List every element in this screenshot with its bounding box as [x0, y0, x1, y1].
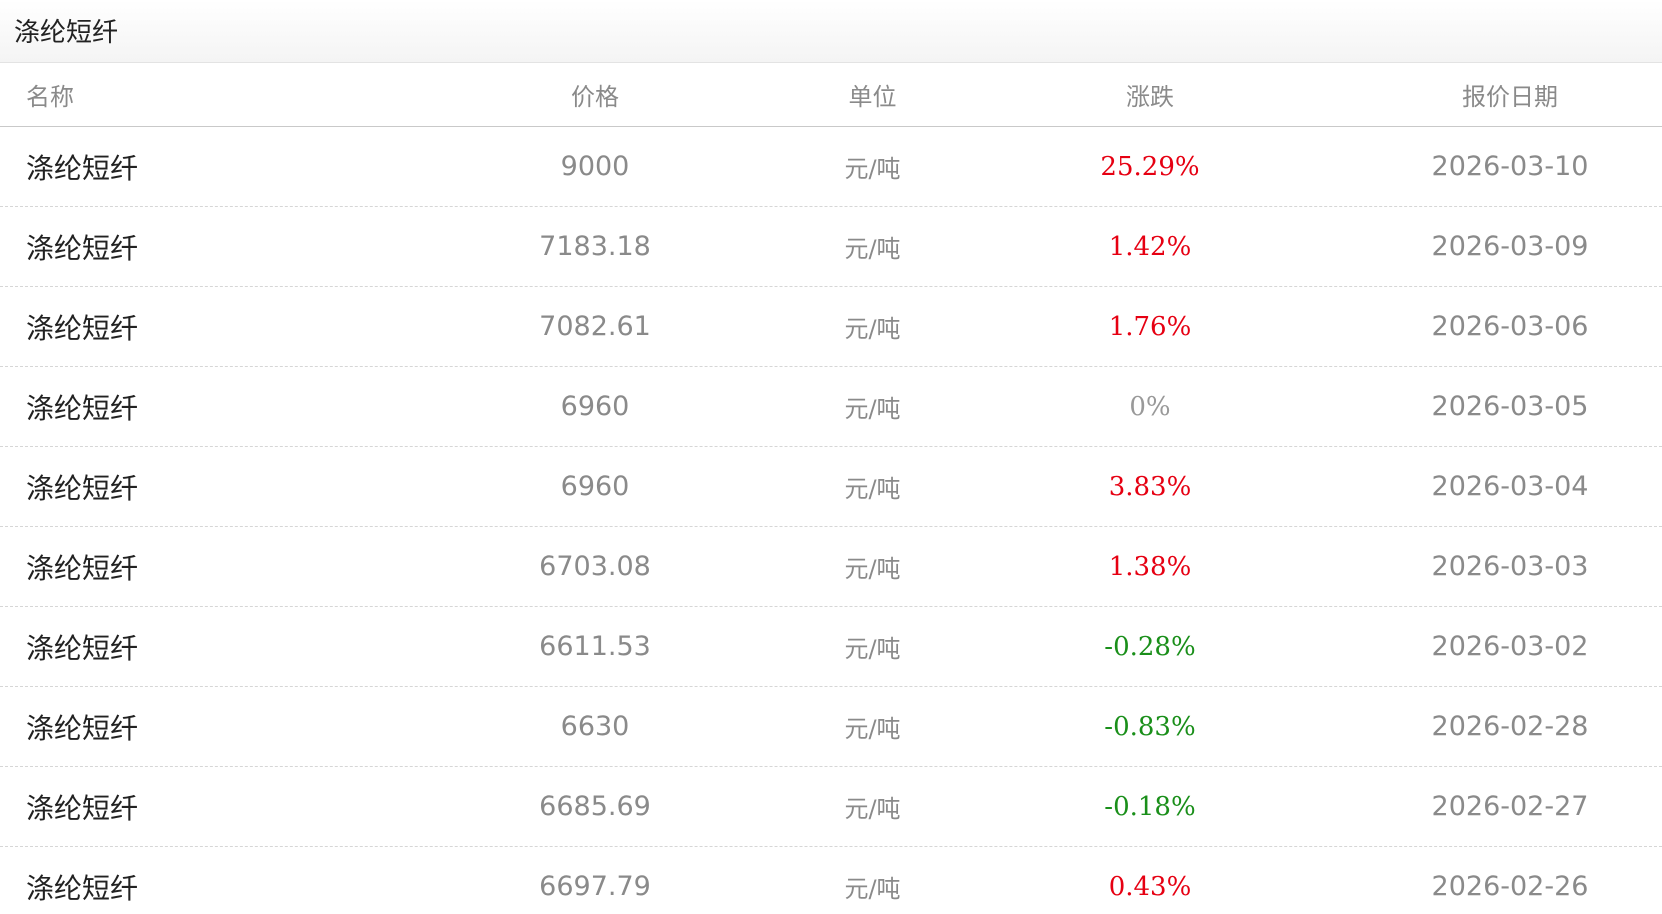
cell-date: 2026-03-04 [1431, 471, 1589, 502]
table-row: 涤纶短纤 6703.08 元/吨 1.38% 2026-03-03 [0, 527, 1662, 607]
cell-change: 1.42% [1108, 231, 1192, 262]
column-header-unit: 单位 [848, 83, 897, 111]
column-header-name: 名称 [26, 83, 74, 111]
column-header-change: 涨跌 [1126, 83, 1174, 111]
cell-unit: 元/吨 [844, 795, 901, 823]
cell-date: 2026-03-06 [1431, 311, 1589, 342]
cell-price: 6685.69 [539, 791, 651, 822]
cell-date: 2026-03-03 [1431, 551, 1589, 582]
table-header: 名称 价格 单位 涨跌 报价日期 [0, 63, 1662, 127]
cell-change: 3.83% [1108, 471, 1192, 502]
cell-change: -0.28% [1104, 631, 1196, 662]
table-row: 涤纶短纤 6630 元/吨 -0.83% 2026-02-28 [0, 687, 1662, 767]
cell-name[interactable]: 涤纶短纤 [26, 207, 426, 286]
cell-price: 6703.08 [539, 551, 651, 582]
cell-unit: 元/吨 [844, 235, 901, 263]
table-row: 涤纶短纤 6697.79 元/吨 0.43% 2026-02-26 [0, 847, 1662, 914]
cell-change: 0.43% [1108, 871, 1192, 902]
cell-price: 6611.53 [539, 631, 651, 662]
cell-change: -0.18% [1104, 791, 1196, 822]
cell-date: 2026-02-28 [1431, 711, 1589, 742]
cell-name[interactable]: 涤纶短纤 [26, 367, 426, 446]
cell-price: 9000 [560, 151, 630, 182]
cell-change: 1.76% [1108, 311, 1192, 342]
table-row: 涤纶短纤 6685.69 元/吨 -0.18% 2026-02-27 [0, 767, 1662, 847]
cell-date: 2026-03-09 [1431, 231, 1589, 262]
cell-unit: 元/吨 [844, 395, 901, 423]
table-row: 涤纶短纤 9000 元/吨 25.29% 2026-03-10 [0, 127, 1662, 207]
table-row: 涤纶短纤 6611.53 元/吨 -0.28% 2026-03-02 [0, 607, 1662, 687]
cell-price: 6697.79 [539, 871, 651, 902]
cell-name[interactable]: 涤纶短纤 [26, 687, 426, 766]
cell-date: 2026-03-05 [1431, 391, 1589, 422]
table-row: 涤纶短纤 6960 元/吨 0% 2026-03-05 [0, 367, 1662, 447]
cell-price: 6960 [560, 391, 630, 422]
cell-unit: 元/吨 [844, 315, 901, 343]
cell-price: 6630 [560, 711, 630, 742]
cell-unit: 元/吨 [844, 555, 901, 583]
cell-change: 0% [1129, 391, 1171, 422]
cell-unit: 元/吨 [844, 635, 901, 663]
cell-date: 2026-03-02 [1431, 631, 1589, 662]
table-row: 涤纶短纤 7082.61 元/吨 1.76% 2026-03-06 [0, 287, 1662, 367]
cell-name[interactable]: 涤纶短纤 [26, 447, 426, 526]
cell-price: 7183.18 [539, 231, 651, 262]
cell-name[interactable]: 涤纶短纤 [26, 527, 426, 606]
cell-unit: 元/吨 [844, 155, 901, 183]
cell-name[interactable]: 涤纶短纤 [26, 287, 426, 366]
table-row: 涤纶短纤 6960 元/吨 3.83% 2026-03-04 [0, 447, 1662, 527]
panel-title: 涤纶短纤 [14, 18, 119, 48]
panel-header: 涤纶短纤 [0, 0, 1662, 63]
cell-unit: 元/吨 [844, 875, 901, 903]
cell-unit: 元/吨 [844, 475, 901, 503]
cell-name[interactable]: 涤纶短纤 [26, 607, 426, 686]
cell-price: 7082.61 [539, 311, 651, 342]
table-body: 涤纶短纤 9000 元/吨 25.29% 2026-03-10 涤纶短纤 718… [0, 127, 1662, 914]
column-header-date: 报价日期 [1462, 83, 1558, 111]
column-header-price: 价格 [571, 83, 619, 111]
cell-date: 2026-02-27 [1431, 791, 1589, 822]
cell-name[interactable]: 涤纶短纤 [26, 767, 426, 846]
price-panel: 涤纶短纤 名称 价格 单位 涨跌 报价日期 涤纶短纤 9000 元/吨 25.2… [0, 0, 1662, 914]
cell-unit: 元/吨 [844, 715, 901, 743]
table-row: 涤纶短纤 7183.18 元/吨 1.42% 2026-03-09 [0, 207, 1662, 287]
cell-name[interactable]: 涤纶短纤 [26, 847, 426, 914]
cell-change: 25.29% [1100, 151, 1200, 182]
cell-date: 2026-03-10 [1431, 151, 1589, 182]
cell-name[interactable]: 涤纶短纤 [26, 127, 426, 206]
cell-change: 1.38% [1108, 551, 1192, 582]
cell-date: 2026-02-26 [1431, 871, 1589, 902]
cell-change: -0.83% [1104, 711, 1196, 742]
cell-price: 6960 [560, 471, 630, 502]
